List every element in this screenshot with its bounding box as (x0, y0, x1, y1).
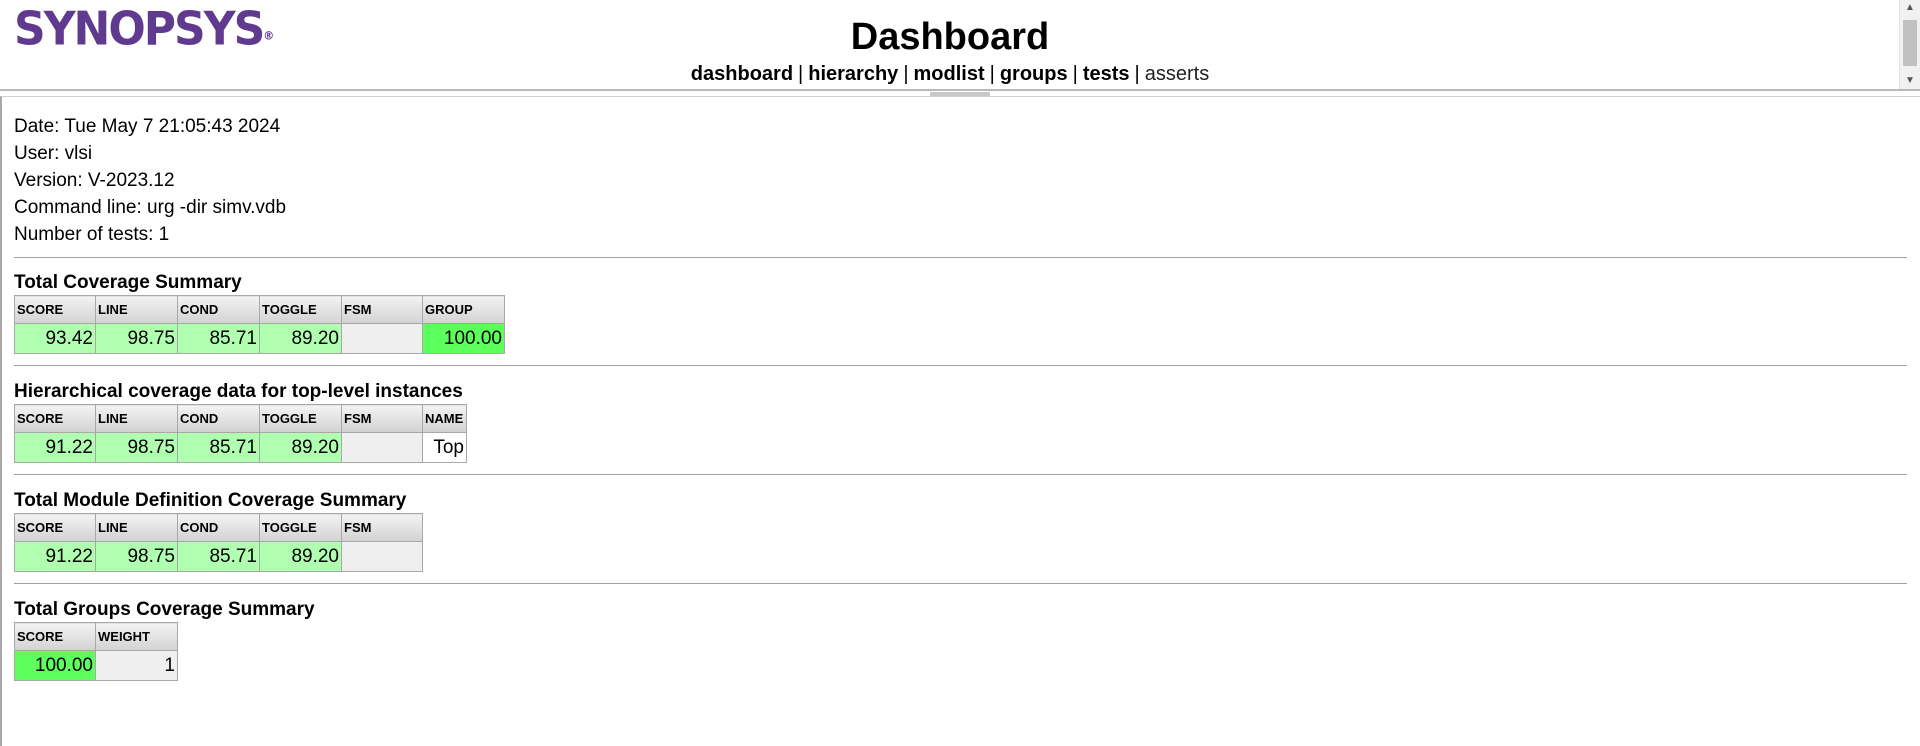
col-header: FSM (341, 295, 423, 324)
nav-bar: dashboard | hierarchy | modlist | groups | tests… (0, 62, 1900, 86)
divider (14, 365, 1907, 366)
meta-version: Version: V-2023.12 (14, 170, 175, 191)
col-header: NAME (422, 404, 467, 433)
nav-link-hierarchy[interactable]: hierarchy (808, 63, 898, 85)
instance-name-link[interactable]: Top (422, 432, 467, 463)
module-coverage-title: Total Module Definition Coverage Summary (14, 490, 407, 511)
scroll-up-arrow-icon[interactable]: ▲ (1900, 0, 1920, 16)
col-header: FSM (341, 404, 423, 433)
cell-cond: 85.71 (177, 541, 260, 572)
col-header: WEIGHT (95, 622, 178, 651)
top-frame-scrollbar[interactable]: ▲ ▼ (1899, 0, 1920, 89)
nav-link-asserts[interactable]: asserts (1145, 63, 1209, 85)
table-header-row: SCORE LINE COND TOGGLE FSM (14, 513, 423, 542)
page-title: Dashboard (850, 16, 1050, 58)
hierarchical-coverage-table: SCORE LINE COND TOGGLE FSM NAME 91.22 98… (14, 404, 467, 463)
col-header: SCORE (14, 622, 96, 651)
meta-date: Date: Tue May 7 21:05:43 2024 (14, 116, 281, 137)
col-header: SCORE (14, 404, 96, 433)
col-header: LINE (95, 295, 178, 324)
nav-separator: | (903, 63, 909, 85)
groups-coverage-title: Total Groups Coverage Summary (14, 599, 315, 620)
cell-line: 98.75 (95, 432, 178, 463)
cell-score: 91.22 (14, 432, 96, 463)
cell-toggle: 89.20 (259, 323, 342, 354)
cell-score: 100.00 (14, 650, 96, 681)
table-header-row: SCORE LINE COND TOGGLE FSM GROUP (14, 295, 505, 324)
col-header: TOGGLE (259, 295, 342, 324)
hierarchical-coverage-title: Hierarchical coverage data for top-level… (14, 381, 463, 402)
nav-separator: | (989, 63, 995, 85)
content-frame: Date: Tue May 7 21:05:43 2024 User: vlsi… (0, 96, 1920, 746)
col-header: SCORE (14, 513, 96, 542)
col-header: FSM (341, 513, 423, 542)
nav-link-groups[interactable]: groups (1000, 63, 1068, 85)
col-header: COND (177, 404, 260, 433)
cell-score: 91.22 (14, 541, 96, 572)
cell-fsm (341, 323, 423, 354)
col-header: LINE (95, 404, 178, 433)
table-row: 100.00 1 (14, 650, 178, 681)
cell-group: 100.00 (422, 323, 505, 354)
nav-separator: | (798, 63, 804, 85)
col-header: LINE (95, 513, 178, 542)
col-header: COND (177, 513, 260, 542)
cell-score: 93.42 (14, 323, 96, 354)
cell-toggle: 89.20 (259, 432, 342, 463)
total-coverage-title: Total Coverage Summary (14, 272, 242, 293)
top-frame: SYNOPSYS® Dashboard dashboard | hierarchy |… (0, 0, 1920, 91)
table-header-row: SCORE LINE COND TOGGLE FSM NAME (14, 404, 467, 433)
cell-fsm (341, 432, 423, 463)
table-header-row: SCORE WEIGHT (14, 622, 178, 651)
nav-separator: | (1072, 63, 1078, 85)
module-coverage-table: SCORE LINE COND TOGGLE FSM 91.22 98.75 8… (14, 513, 423, 572)
meta-number-of-tests: Number of tests: 1 (14, 224, 170, 245)
cell-fsm (341, 541, 423, 572)
scrollbar-thumb[interactable] (1903, 20, 1917, 66)
divider (14, 474, 1907, 475)
cell-line: 98.75 (95, 541, 178, 572)
col-header: GROUP (422, 295, 505, 324)
col-header: TOGGLE (259, 513, 342, 542)
report-meta: Date: Tue May 7 21:05:43 2024 User: vlsi… (14, 113, 286, 248)
cell-cond: 85.71 (177, 323, 260, 354)
table-row: 93.42 98.75 85.71 89.20 100.00 (14, 323, 505, 354)
cell-weight: 1 (95, 650, 178, 681)
table-row: 91.22 98.75 85.71 89.20 (14, 541, 423, 572)
table-row: 91.22 98.75 85.71 89.20 Top (14, 432, 467, 463)
cell-toggle: 89.20 (259, 541, 342, 572)
col-header: SCORE (14, 295, 96, 324)
nav-link-modlist[interactable]: modlist (914, 63, 985, 85)
meta-command-line: Command line: urg -dir simv.vdb (14, 197, 287, 218)
cell-line: 98.75 (95, 323, 178, 354)
divider (14, 583, 1907, 584)
nav-separator: | (1134, 63, 1140, 85)
cell-cond: 85.71 (177, 432, 260, 463)
total-coverage-table: SCORE LINE COND TOGGLE FSM GROUP 93.42 9… (14, 295, 505, 354)
divider (14, 257, 1907, 258)
nav-link-dashboard[interactable]: dashboard (691, 63, 793, 85)
nav-link-tests[interactable]: tests (1083, 63, 1130, 85)
col-header: COND (177, 295, 260, 324)
scroll-down-arrow-icon[interactable]: ▼ (1900, 73, 1920, 89)
groups-coverage-table: SCORE WEIGHT 100.00 1 (14, 622, 178, 681)
meta-user: User: vlsi (14, 143, 93, 164)
col-header: TOGGLE (259, 404, 342, 433)
